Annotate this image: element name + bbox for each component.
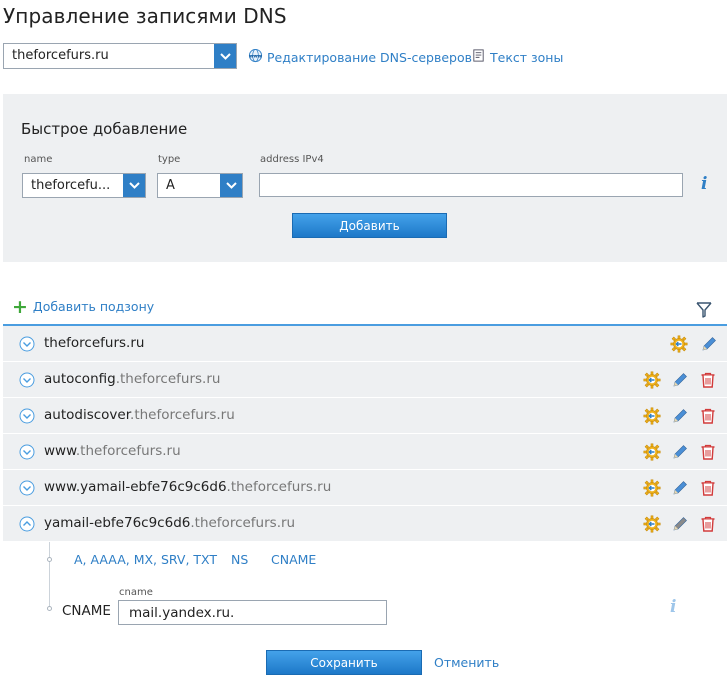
gear-arrow-icon[interactable] [643,515,661,533]
record-name: autoconfig.theforcefurs.ru [44,371,220,387]
record-row[interactable]: autoconfig.theforcefurs.ru [3,362,727,398]
gear-arrow-icon[interactable] [643,371,661,389]
chevron-circle-icon[interactable] [19,408,35,424]
plus-icon: + [12,295,28,318]
record-name: autodiscover.theforcefurs.ru [44,407,235,423]
trash-icon[interactable] [699,443,717,461]
trash-icon[interactable] [699,371,717,389]
chevron-circle-icon[interactable] [19,372,35,388]
zone-text-label: Текст зоны [490,49,564,65]
chevron-circle-icon[interactable] [19,444,35,460]
tree-node-dot [47,557,52,562]
add-subzone-label: Добавить подзону [32,299,155,314]
chevron-down-icon[interactable] [220,174,242,197]
quick-add-title: Быстрое добавление [21,120,188,138]
chevron-down-icon[interactable] [214,44,236,68]
chevron-circle-icon[interactable] [19,336,35,352]
cname-input[interactable]: mail.yandex.ru. [118,600,387,625]
record-prefix: autoconfig [44,371,116,387]
trash-icon[interactable] [699,515,717,533]
pencil-icon[interactable] [671,407,689,425]
gear-arrow-icon[interactable] [643,443,661,461]
edit-dns-servers-label: Редактирование DNS-серверов [267,49,472,65]
record-prefix: www [44,443,76,459]
record-domain: .theforcefurs.ru [115,371,221,387]
domain-select[interactable]: theforcefurs.ru [3,43,237,69]
tab-ns[interactable]: NS [231,552,248,567]
gear-arrow-icon[interactable] [670,335,688,353]
pencil-icon[interactable] [671,479,689,497]
type-select[interactable]: A [157,173,243,198]
top-toolbar: theforcefurs.ru www Редактирование DNS-с… [3,43,723,69]
record-prefix: theforcefurs.ru [44,335,145,351]
document-icon [471,48,486,66]
cname-field-label: cname [119,587,153,598]
chevron-circle-icon[interactable] [19,480,35,496]
trash-icon[interactable] [699,479,717,497]
zone-text-link[interactable]: Текст зоны [471,48,563,66]
edit-dns-servers-link[interactable]: www Редактирование DNS-серверов [248,48,472,66]
chevron-circle-icon[interactable] [19,516,35,532]
tree-node-dot [47,606,52,611]
record-row[interactable]: autodiscover.theforcefurs.ru [3,398,727,434]
domain-select-value: theforcefurs.ru [12,48,109,63]
record-domain: .theforcefurs.ru [190,515,296,531]
pencil-icon[interactable] [671,443,689,461]
globe-icon: www [248,48,263,66]
filter-icon[interactable] [696,301,712,319]
type-label: type [158,154,181,165]
address-label: address IPv4 [260,154,324,165]
info-icon[interactable]: i [670,597,676,617]
address-input[interactable] [259,173,683,197]
page-title: Управление записями DNS [3,4,287,28]
record-domain: .theforcefurs.ru [226,479,332,495]
record-prefix: www.yamail-ebfe76c9c6d6 [44,479,227,495]
add-button[interactable]: Добавить [292,213,447,238]
record-prefix: autodiscover [44,407,131,423]
add-subzone-button[interactable]: + Добавить подзону [12,295,155,318]
svg-text:www: www [249,55,263,60]
name-label: name [24,154,53,165]
pencil-icon[interactable] [671,371,689,389]
type-select-value: A [166,178,175,193]
record-row[interactable]: yamail-ebfe76c9c6d6.theforcefurs.ru [3,506,727,542]
name-select[interactable]: theforcefu... [22,173,146,198]
tree-line [49,542,50,610]
record-domain: .theforcefurs.ru [75,443,181,459]
pencil-icon[interactable] [700,335,718,353]
chevron-down-icon[interactable] [123,174,145,197]
name-select-value: theforcefu... [31,178,111,193]
tab-a-aaaa-mx-srv-txt[interactable]: A, AAAA, MX, SRV, TXT [74,552,217,567]
record-name: www.theforcefurs.ru [44,443,181,459]
record-domain: .theforcefurs.ru [130,407,235,423]
record-type-label: CNAME [62,603,111,619]
record-prefix: yamail-ebfe76c9c6d6 [44,515,191,531]
gear-arrow-icon[interactable] [643,479,661,497]
record-row[interactable]: www.theforcefurs.ru [3,434,727,470]
trash-icon[interactable] [699,407,717,425]
record-name: theforcefurs.ru [44,335,144,351]
record-row[interactable]: www.yamail-ebfe76c9c6d6.theforcefurs.ru [3,470,727,506]
tab-cname[interactable]: CNAME [271,552,316,567]
save-button[interactable]: Сохранить [266,650,422,675]
cancel-link[interactable]: Отменить [434,655,499,670]
cname-input-value: mail.yandex.ru. [129,605,235,621]
pencil-icon[interactable] [671,515,689,533]
record-name: yamail-ebfe76c9c6d6.theforcefurs.ru [44,515,295,531]
info-icon[interactable]: i [701,174,707,194]
record-row[interactable]: theforcefurs.ru [3,326,727,362]
gear-arrow-icon[interactable] [643,407,661,425]
quick-add-panel: Быстрое добавление name theforcefu... ty… [3,94,727,262]
record-name: www.yamail-ebfe76c9c6d6.theforcefurs.ru [44,479,331,495]
